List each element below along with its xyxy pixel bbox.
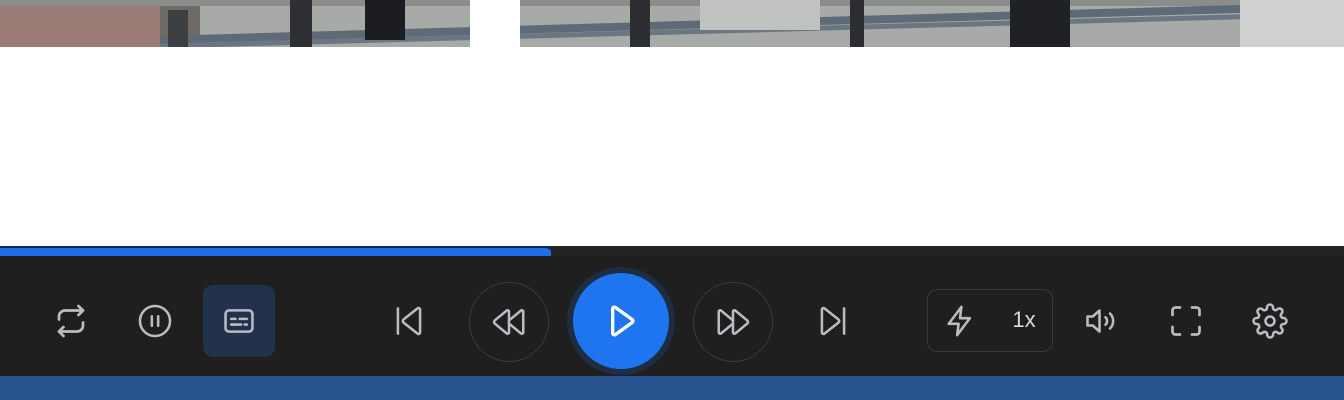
subtitles-button[interactable] — [203, 285, 275, 357]
subtitles-icon — [224, 309, 254, 333]
play-icon — [611, 305, 635, 337]
repeat-button[interactable] — [46, 296, 96, 346]
bottom-band — [0, 376, 1344, 400]
boost-button[interactable] — [937, 296, 983, 346]
skip-previous-button[interactable] — [384, 296, 434, 346]
video-player: 1x — [0, 0, 1344, 400]
control-bar: 1x — [0, 256, 1344, 376]
progress-bar[interactable] — [0, 246, 1344, 256]
rewind-icon — [492, 308, 525, 336]
repeat-icon — [57, 304, 85, 338]
rewind-button[interactable] — [469, 282, 549, 362]
video-frame[interactable] — [0, 0, 1344, 47]
skip-next-icon — [820, 306, 846, 336]
settings-icon — [1252, 303, 1288, 339]
fullscreen-icon — [1171, 306, 1201, 336]
pause-icon — [138, 304, 172, 338]
video-area[interactable] — [0, 47, 1344, 245]
volume-icon — [1086, 309, 1115, 333]
fullscreen-button[interactable] — [1161, 296, 1211, 346]
play-button[interactable] — [573, 273, 669, 369]
lightning-icon — [947, 305, 972, 337]
playback-speed-label[interactable]: 1x — [1001, 304, 1047, 336]
progress-fill — [0, 246, 552, 256]
video-scene-image — [0, 0, 1344, 47]
fast-forward-icon — [717, 308, 750, 336]
skip-next-button[interactable] — [808, 296, 858, 346]
pause-button[interactable] — [130, 296, 180, 346]
fast-forward-button[interactable] — [693, 282, 773, 362]
volume-button[interactable] — [1078, 296, 1124, 346]
skip-previous-icon — [396, 306, 422, 336]
settings-button[interactable] — [1245, 296, 1295, 346]
